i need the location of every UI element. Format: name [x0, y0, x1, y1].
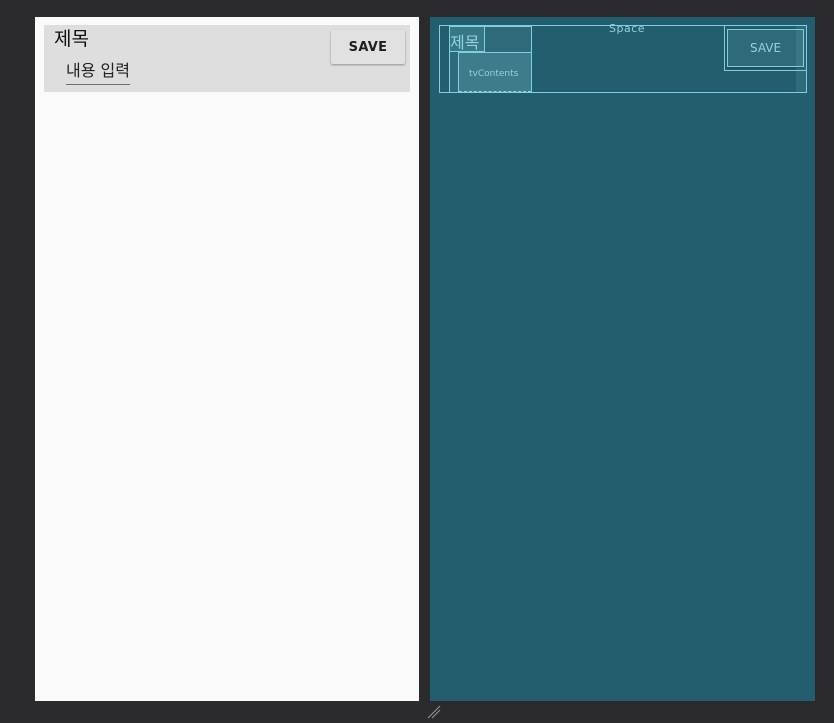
blueprint-save-label: SAVE: [750, 41, 782, 55]
title-text[interactable]: 제목: [54, 26, 89, 52]
blueprint-title-label: 제목: [450, 33, 480, 52]
save-button[interactable]: SAVE: [331, 30, 405, 64]
design-preview[interactable]: 제목 내용 입력 SAVE: [35, 17, 419, 701]
blueprint-content-underline: [459, 91, 531, 92]
blueprint-content-label: tvContents: [469, 69, 519, 79]
blueprint-preview[interactable]: Space 제목 tvContents SAVE: [430, 17, 815, 701]
content-text[interactable]: 내용 입력: [66, 60, 130, 85]
resize-handle-icon[interactable]: [426, 704, 442, 719]
blueprint-space-label: Space: [609, 22, 646, 35]
item-row[interactable]: 제목 내용 입력 SAVE: [44, 25, 410, 92]
